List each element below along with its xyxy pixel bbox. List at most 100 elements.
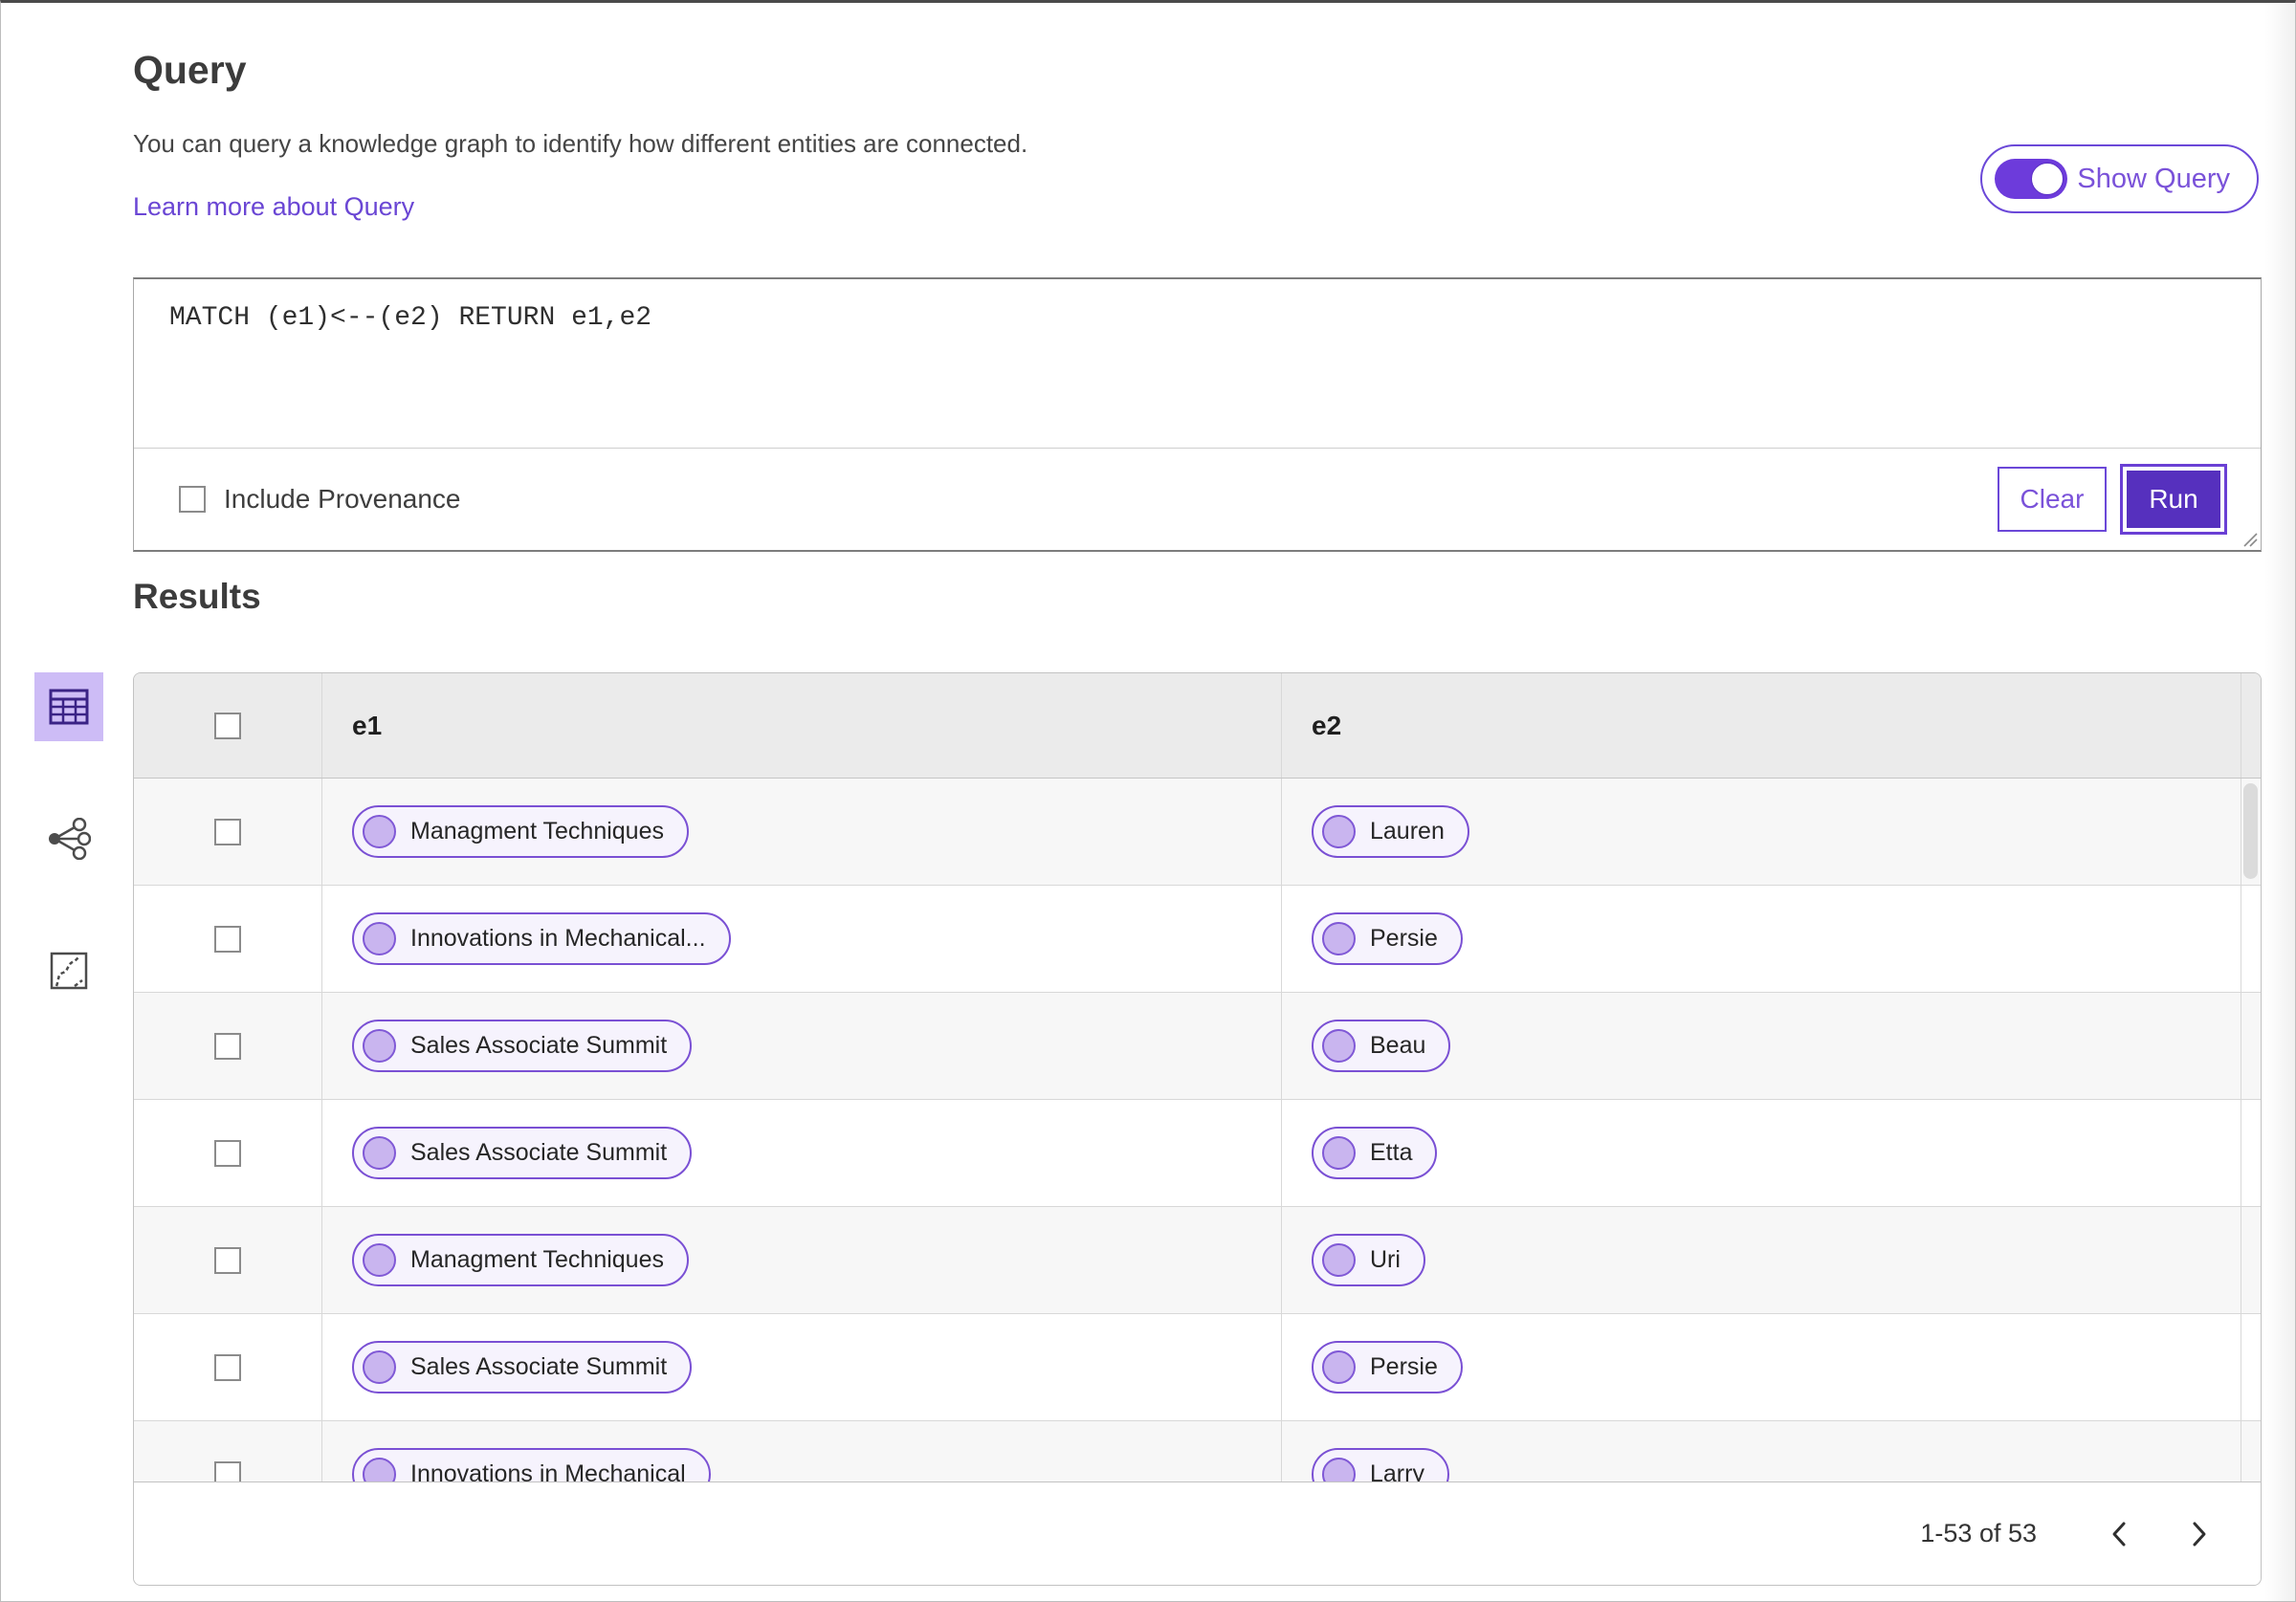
entity-label: Uri bbox=[1370, 1246, 1401, 1273]
row-checkbox-cell bbox=[134, 1421, 322, 1481]
table-row: Innovations in Mechanical Larry bbox=[134, 1421, 2261, 1481]
cell-e2: Larry bbox=[1282, 1421, 2241, 1481]
table-view-icon bbox=[49, 689, 89, 725]
cell-e2: Beau bbox=[1282, 993, 2241, 1099]
entity-node-icon bbox=[363, 922, 396, 955]
entity-node-icon bbox=[1322, 1350, 1356, 1384]
cell-e2: Etta bbox=[1282, 1100, 2241, 1206]
include-provenance-label: Include Provenance bbox=[224, 484, 461, 514]
entity-pill[interactable]: Uri bbox=[1312, 1234, 1425, 1286]
entity-node-icon bbox=[363, 1136, 396, 1170]
resize-handle-icon[interactable] bbox=[2241, 530, 2258, 547]
table-row: Sales Associate Summit Beau bbox=[134, 993, 2261, 1100]
row-scroll-gutter bbox=[2241, 1207, 2261, 1313]
row-checkbox[interactable] bbox=[214, 1460, 241, 1481]
entity-pill[interactable]: Persie bbox=[1312, 1341, 1463, 1394]
table-view-button[interactable] bbox=[34, 672, 103, 741]
row-scroll-gutter bbox=[2241, 1314, 2261, 1420]
cell-e1: Sales Associate Summit bbox=[322, 1100, 1282, 1206]
entity-pill[interactable]: Sales Associate Summit bbox=[352, 1341, 693, 1394]
toggle-knob bbox=[2031, 163, 2064, 195]
entity-node-icon bbox=[363, 1458, 396, 1481]
select-all-checkbox[interactable] bbox=[214, 712, 241, 739]
cell-e2: Uri bbox=[1282, 1207, 2241, 1313]
query-page: Query You can query a knowledge graph to… bbox=[0, 0, 2296, 1602]
graph-view-icon bbox=[49, 818, 91, 860]
entity-pill[interactable]: Sales Associate Summit bbox=[352, 1020, 693, 1072]
query-controls-bar: Include Provenance Clear Run bbox=[134, 449, 2261, 550]
learn-more-link[interactable]: Learn more about Query bbox=[133, 192, 414, 222]
header-cell-e1[interactable]: e1 bbox=[322, 673, 1282, 778]
entity-pill[interactable]: Beau bbox=[1312, 1020, 1451, 1072]
row-checkbox[interactable] bbox=[214, 925, 241, 953]
entity-node-icon bbox=[1322, 1136, 1356, 1170]
row-checkbox[interactable] bbox=[214, 1246, 241, 1274]
entity-label: Beau bbox=[1370, 1032, 1426, 1059]
entity-label: Larry bbox=[1370, 1460, 1424, 1481]
column-label-e1: e1 bbox=[352, 710, 383, 740]
column-label-e2: e2 bbox=[1312, 710, 1342, 740]
entity-pill[interactable]: Innovations in Mechanical... bbox=[352, 912, 731, 965]
entity-pill[interactable]: Lauren bbox=[1312, 805, 1469, 858]
row-scroll-gutter bbox=[2241, 886, 2261, 992]
row-scroll-gutter bbox=[2241, 993, 2261, 1099]
entity-node-icon bbox=[363, 1029, 396, 1063]
entity-label: Persie bbox=[1370, 1353, 1438, 1380]
entity-pill[interactable]: Managment Techniques bbox=[352, 805, 689, 858]
entity-pill[interactable]: Etta bbox=[1312, 1127, 1438, 1179]
map-view-button[interactable] bbox=[34, 936, 103, 1005]
show-query-label: Show Query bbox=[2077, 163, 2230, 194]
table-row: Managment Techniques Lauren bbox=[134, 779, 2261, 886]
results-title: Results bbox=[133, 577, 261, 616]
entity-node-icon bbox=[1322, 1243, 1356, 1277]
row-checkbox-cell bbox=[134, 1207, 322, 1313]
row-checkbox-cell bbox=[134, 779, 322, 885]
include-provenance-checkbox[interactable] bbox=[179, 486, 206, 513]
pagination-prev-button[interactable] bbox=[2096, 1511, 2142, 1557]
pagination-next-button[interactable] bbox=[2176, 1511, 2222, 1557]
results-view-switcher bbox=[34, 672, 103, 1005]
cell-e1: Innovations in Mechanical bbox=[322, 1421, 1282, 1481]
entity-label: Innovations in Mechanical bbox=[410, 1460, 686, 1481]
cell-e1: Managment Techniques bbox=[322, 779, 1282, 885]
query-input[interactable]: MATCH (e1)<--(e2) RETURN e1,e2 bbox=[134, 279, 2261, 449]
entity-label: Etta bbox=[1370, 1139, 1413, 1166]
cell-e1: Managment Techniques bbox=[322, 1207, 1282, 1313]
header-cell-e2[interactable]: e2 bbox=[1282, 673, 2241, 778]
entity-pill[interactable]: Sales Associate Summit bbox=[352, 1127, 693, 1179]
row-checkbox[interactable] bbox=[214, 1032, 241, 1060]
table-pagination-bar: 1-53 of 53 bbox=[134, 1481, 2261, 1585]
clear-button[interactable]: Clear bbox=[1998, 467, 2107, 532]
entity-label: Innovations in Mechanical... bbox=[410, 925, 706, 952]
row-checkbox[interactable] bbox=[214, 1353, 241, 1381]
entity-label: Persie bbox=[1370, 925, 1438, 952]
entity-node-icon bbox=[363, 815, 396, 848]
header-checkbox-cell bbox=[134, 673, 322, 778]
row-checkbox[interactable] bbox=[214, 1139, 241, 1167]
chevron-right-icon bbox=[2193, 1522, 2206, 1546]
query-editor-panel: MATCH (e1)<--(e2) RETURN e1,e2 Include P… bbox=[133, 277, 2262, 552]
table-row: Sales Associate Summit Persie bbox=[134, 1314, 2261, 1421]
table-body: Managment Techniques Lauren Innovations … bbox=[134, 779, 2261, 1481]
graph-view-button[interactable] bbox=[34, 804, 103, 873]
cell-e1: Sales Associate Summit bbox=[322, 1314, 1282, 1420]
cell-e2: Lauren bbox=[1282, 779, 2241, 885]
row-checkbox[interactable] bbox=[214, 818, 241, 845]
table-row: Sales Associate Summit Etta bbox=[134, 1100, 2261, 1207]
entity-pill[interactable]: Innovations in Mechanical bbox=[352, 1448, 711, 1481]
table-scrollbar-thumb[interactable] bbox=[2243, 783, 2258, 879]
right-edge-shadow bbox=[2264, 3, 2295, 1601]
toggle-switch-icon[interactable] bbox=[1995, 159, 2068, 199]
entity-node-icon bbox=[1322, 922, 1356, 955]
entity-node-icon bbox=[363, 1243, 396, 1277]
cell-e1: Innovations in Mechanical... bbox=[322, 886, 1282, 992]
entity-pill[interactable]: Persie bbox=[1312, 912, 1463, 965]
entity-label: Managment Techniques bbox=[410, 818, 664, 845]
show-query-toggle[interactable]: Show Query bbox=[1980, 144, 2259, 213]
page-description: You can query a knowledge graph to ident… bbox=[133, 129, 1028, 158]
entity-pill[interactable]: Managment Techniques bbox=[352, 1234, 689, 1286]
entity-pill[interactable]: Larry bbox=[1312, 1448, 1449, 1481]
results-table: e1 e2 Managment Techniques Lauren Innova… bbox=[133, 672, 2262, 1586]
run-button[interactable]: Run bbox=[2127, 471, 2220, 528]
row-checkbox-cell bbox=[134, 886, 322, 992]
